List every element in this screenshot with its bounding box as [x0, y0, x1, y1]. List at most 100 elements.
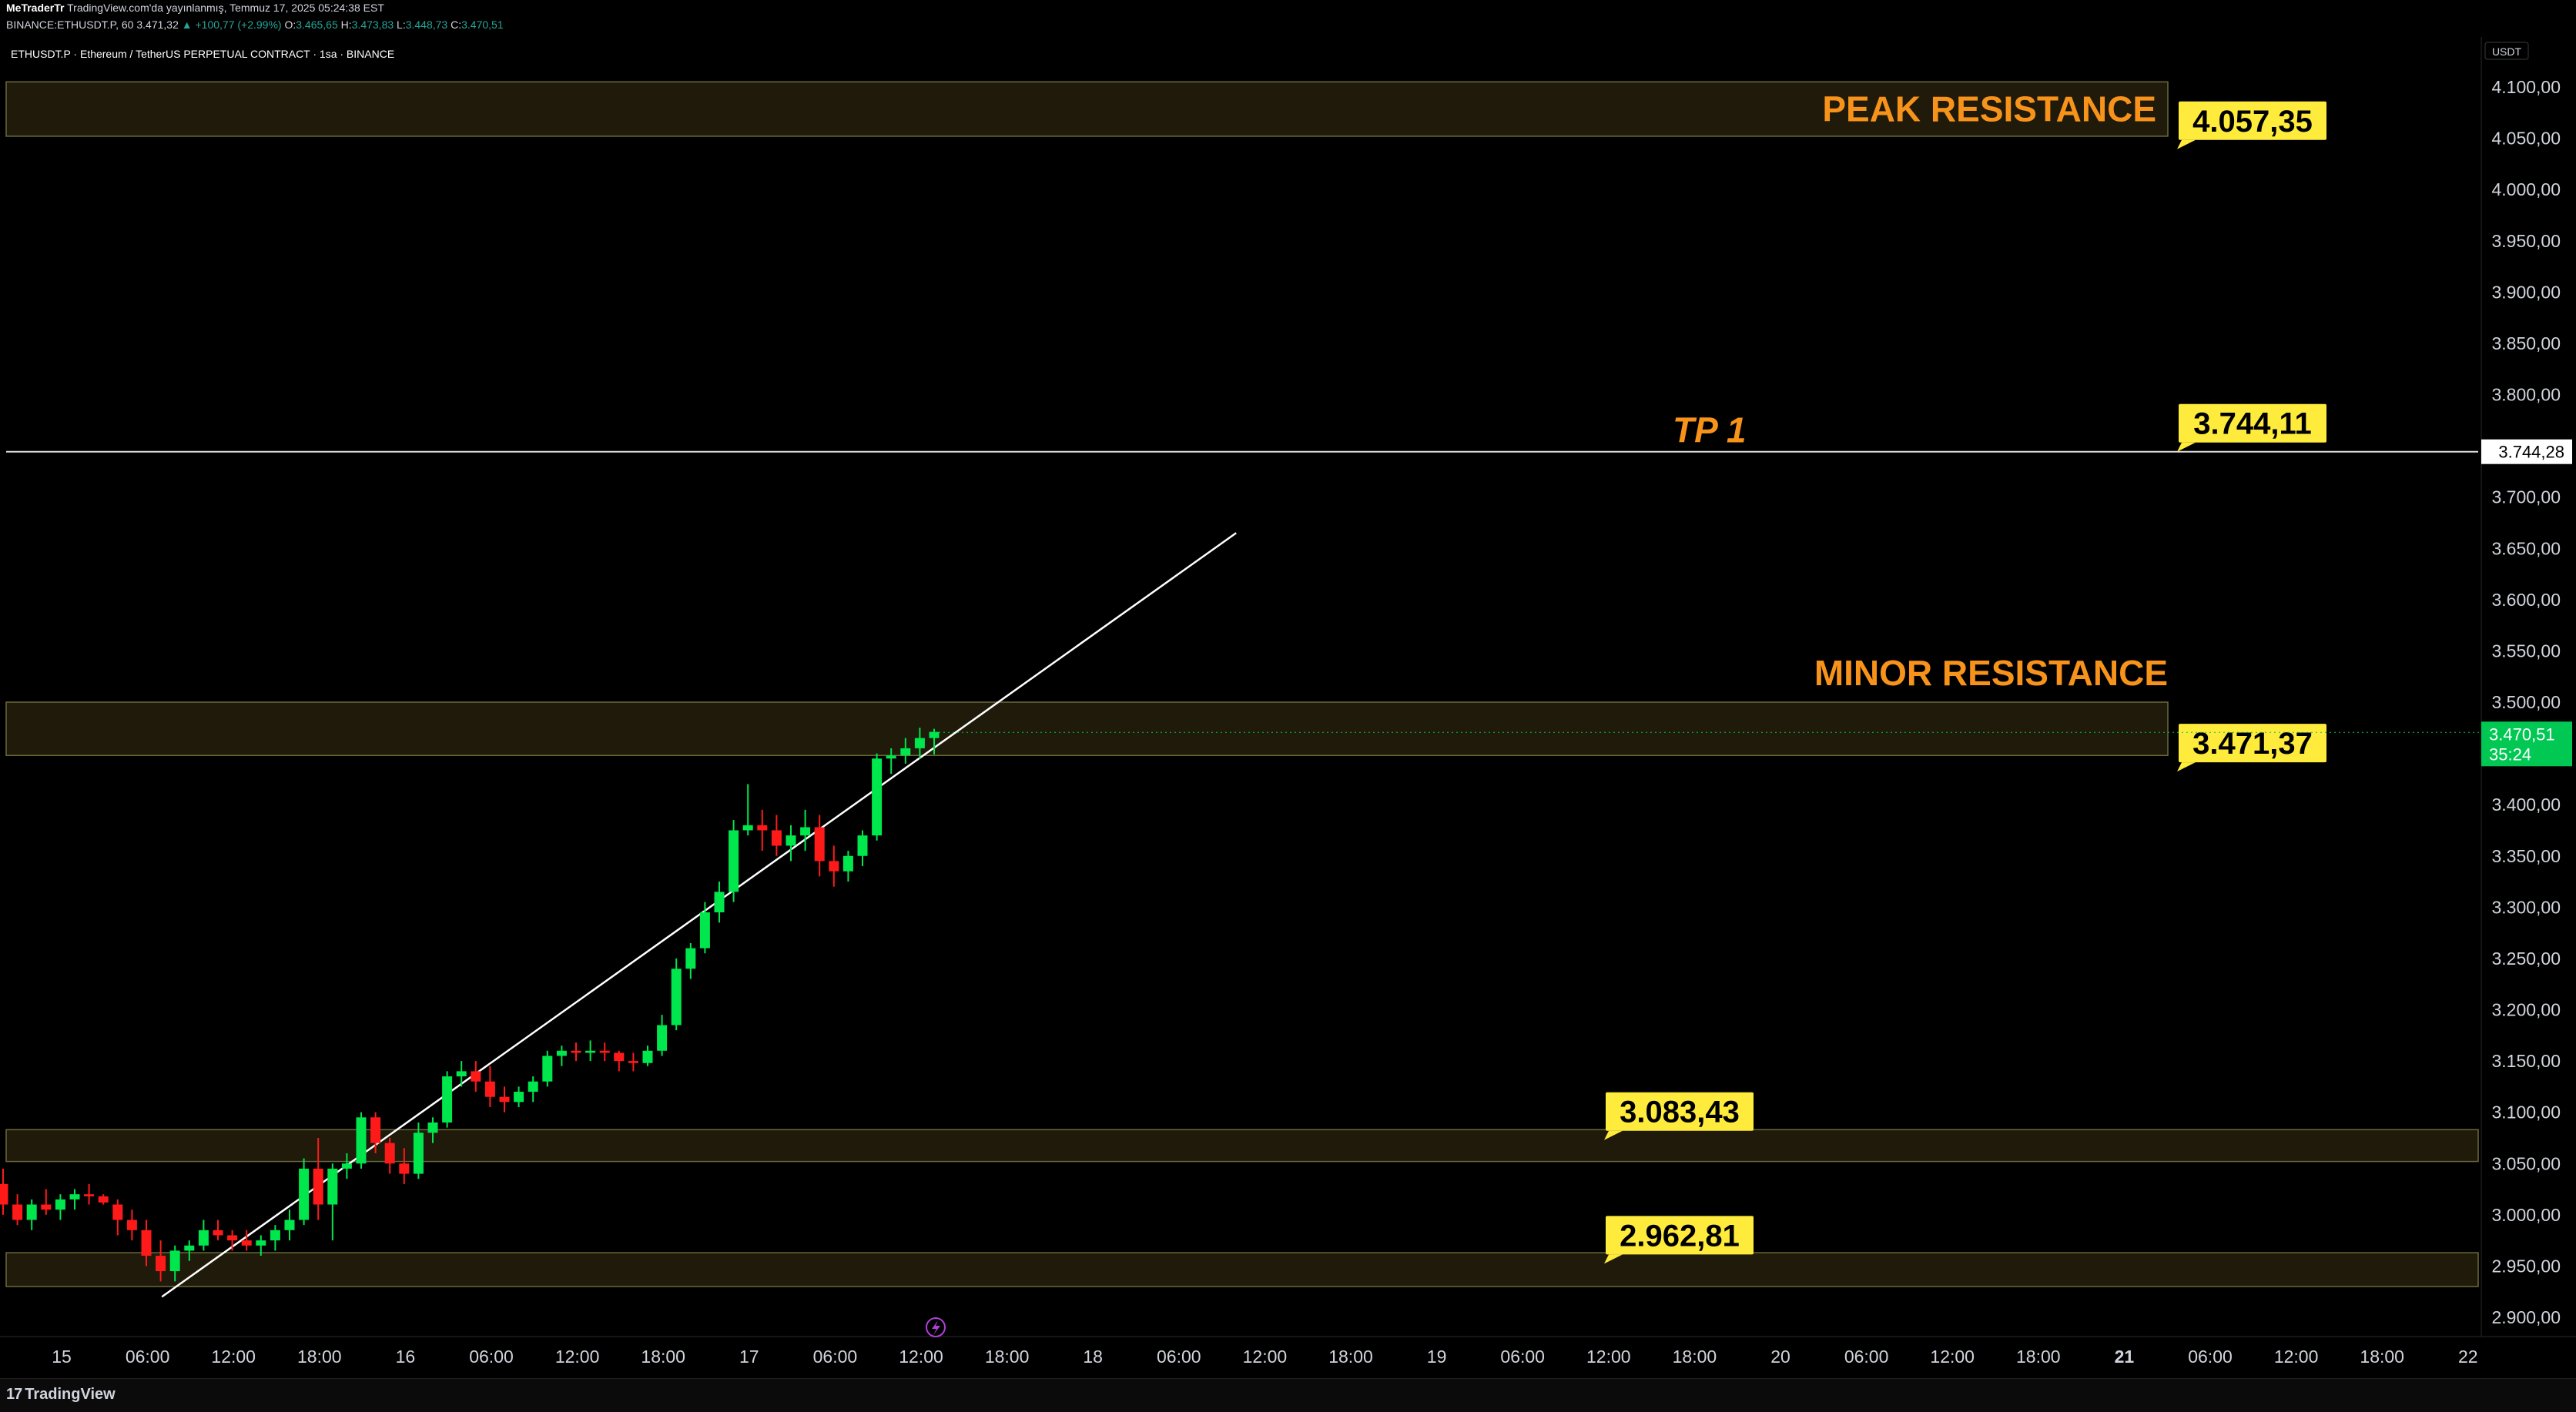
time-tick-label: 06:00 — [1500, 1347, 1545, 1367]
candle-body — [671, 969, 682, 1026]
candle-body — [829, 861, 839, 872]
price-chart[interactable]: PEAK RESISTANCE MINOR RESISTANCE TP 1 4.0… — [0, 37, 2576, 1378]
price-tick-label: 4.050,00 — [2491, 129, 2561, 149]
current-price-label: 3.470,51 — [2489, 724, 2555, 744]
time-tick-label: 06:00 — [2188, 1347, 2233, 1367]
candle-body — [126, 1220, 137, 1230]
candle-body — [112, 1204, 123, 1220]
candle-body — [628, 1061, 638, 1063]
high-label: H: — [340, 18, 352, 31]
time-tick-label: 12:00 — [1586, 1347, 1631, 1367]
candle-body — [642, 1050, 653, 1063]
candle-body — [256, 1240, 266, 1246]
candle-body — [184, 1245, 195, 1251]
price-tick-label: 4.100,00 — [2491, 77, 2561, 97]
price-tick-label: 3.350,00 — [2491, 846, 2561, 866]
candle-body — [857, 835, 868, 856]
callout-peak-value: 4.057,35 — [2192, 105, 2313, 139]
time-tick-label: 21 — [2115, 1347, 2135, 1367]
countdown-label: 35:24 — [2489, 744, 2531, 764]
close-value: 3.470,51 — [461, 18, 504, 31]
tradingview-logo[interactable]: 17 TradingView — [6, 1386, 116, 1404]
candle-body — [69, 1194, 80, 1200]
candle-body — [241, 1240, 252, 1246]
candle-body — [12, 1204, 23, 1220]
candle-body — [742, 825, 753, 831]
candle-body — [98, 1196, 109, 1203]
price-tick-label: 4.000,00 — [2491, 179, 2561, 199]
time-tick-label: 06:00 — [469, 1347, 514, 1367]
candle-body — [842, 855, 853, 872]
time-tick-label: 17 — [739, 1347, 759, 1367]
high-value: 3.473,83 — [351, 18, 394, 31]
price-tick-label: 3.300,00 — [2491, 897, 2561, 917]
candle-body — [384, 1143, 395, 1164]
candle-body — [169, 1250, 180, 1272]
time-tick-label: 12:00 — [555, 1347, 600, 1367]
candle-body — [699, 912, 710, 949]
price-tick-label: 3.500,00 — [2491, 692, 2561, 712]
candle-body — [800, 827, 811, 836]
publish-info: MeTraderTr TradingView.com'da yayınlanmı… — [6, 2, 384, 14]
candle-body — [542, 1056, 553, 1082]
candle-body — [556, 1050, 567, 1056]
price-tick-label: 3.550,00 — [2491, 641, 2561, 661]
ohlc-line: BINANCE:ETHUSDT.P, 60 3.471,32 ▲ +100,77… — [6, 18, 504, 31]
candle-body — [585, 1050, 596, 1053]
candle-body — [514, 1092, 524, 1102]
price-tick-label: 3.850,00 — [2491, 333, 2561, 353]
candle-body — [786, 835, 796, 846]
tp-axis-label: 3.744,28 — [2498, 443, 2564, 462]
candle-body — [399, 1163, 410, 1174]
candle-body — [442, 1076, 453, 1123]
candle-body — [284, 1220, 295, 1230]
candle-body — [327, 1168, 338, 1205]
symbol-line: BINANCE:ETHUSDT.P, 60 — [6, 18, 134, 31]
time-tick-label: 22 — [2458, 1347, 2478, 1367]
time-tick-label: 18:00 — [2016, 1347, 2061, 1367]
candle-body — [198, 1230, 209, 1246]
price-tick-label: 3.950,00 — [2491, 231, 2561, 251]
candle-body — [685, 948, 696, 969]
candle-body — [456, 1071, 467, 1077]
low-label: L: — [397, 18, 406, 31]
candle-body — [55, 1199, 65, 1210]
candle-body — [41, 1204, 52, 1210]
candle-body — [313, 1168, 323, 1205]
open-value: 3.465,65 — [296, 18, 338, 31]
time-tick-label: 18 — [1083, 1347, 1103, 1367]
published-text: TradingView.com'da yayınlanmış, Temmuz 1… — [67, 2, 384, 14]
candle-body — [471, 1071, 481, 1082]
price-tick-label: 3.600,00 — [2491, 590, 2561, 610]
time-tick-label: 06:00 — [813, 1347, 858, 1367]
low-value: 3.448,73 — [405, 18, 448, 31]
zone-label: MINOR RESISTANCE — [1814, 653, 2168, 693]
price-tick-label: 3.400,00 — [2491, 795, 2561, 815]
time-tick-label: 06:00 — [1157, 1347, 1201, 1367]
candle-body — [484, 1081, 495, 1097]
price-tick-label: 3.150,00 — [2491, 1051, 2561, 1071]
top-info-bar: MeTraderTr TradingView.com'da yayınlanmı… — [0, 0, 2576, 37]
publisher-name[interactable]: MeTraderTr — [6, 2, 64, 14]
unit-label: USDT — [2492, 45, 2522, 58]
time-tick-label: 06:00 — [1844, 1347, 1889, 1367]
candle-body — [771, 830, 782, 846]
time-tick-label: 18:00 — [2360, 1347, 2404, 1367]
candle-body — [0, 1183, 8, 1205]
open-label: O: — [284, 18, 296, 31]
candle-body — [299, 1168, 310, 1220]
tradingview-logo-icon: 17 — [6, 1386, 22, 1403]
candle-body — [26, 1204, 37, 1220]
candle-body — [213, 1230, 223, 1236]
price-tick-label: 3.100,00 — [2491, 1102, 2561, 1123]
candle-body — [356, 1117, 367, 1164]
time-tick-label: 18:00 — [297, 1347, 342, 1367]
candle-body — [872, 758, 883, 836]
price-tick-label: 3.700,00 — [2491, 487, 2561, 507]
candle-body — [84, 1194, 95, 1196]
time-tick-label: 18:00 — [641, 1347, 685, 1367]
bottom-bar — [0, 1378, 2576, 1412]
candle-body — [914, 738, 925, 748]
price-tick-label: 3.650,00 — [2491, 538, 2561, 558]
candle-body — [714, 892, 725, 912]
